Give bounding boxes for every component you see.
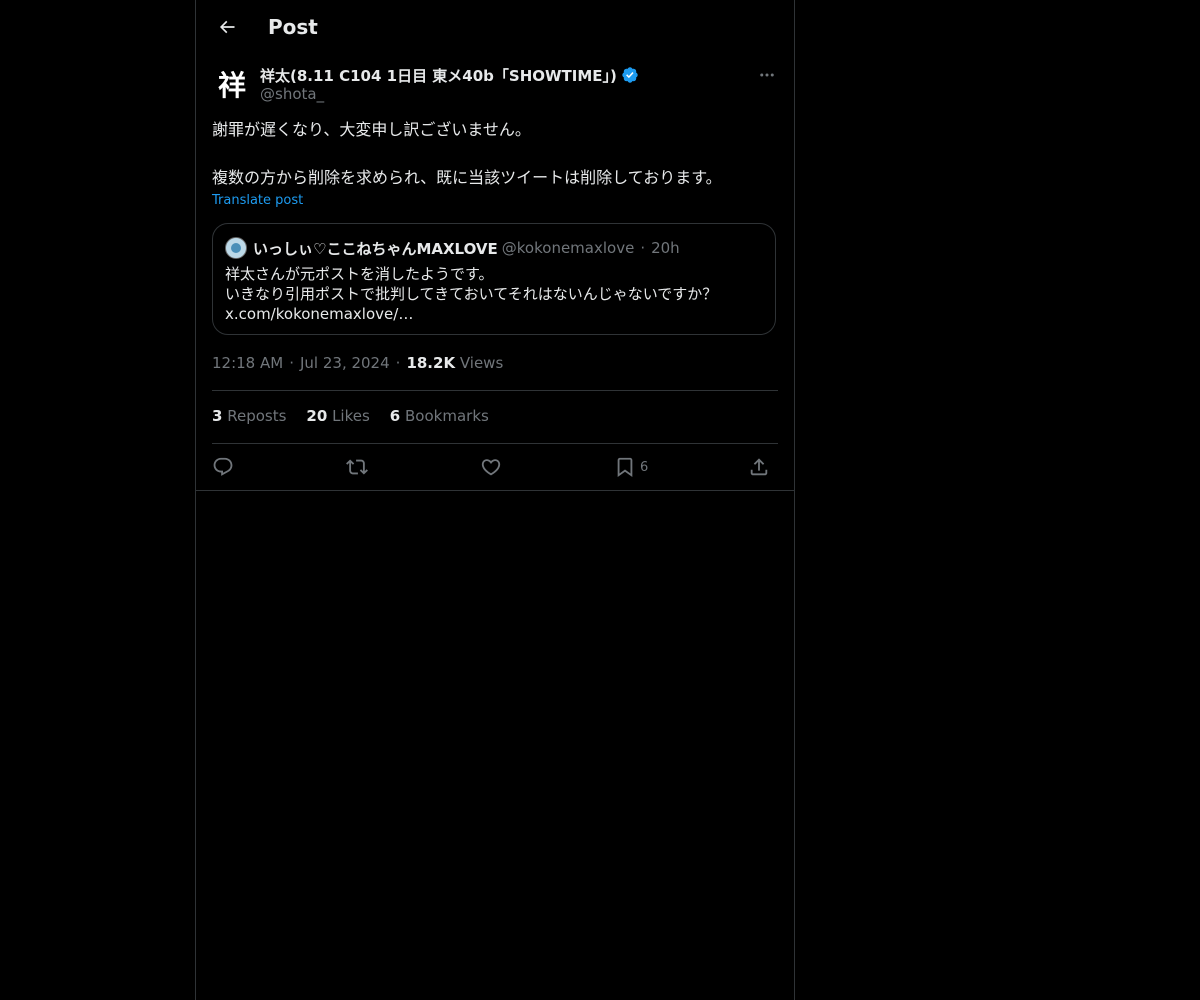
translate-post-link[interactable]: Translate post: [212, 193, 303, 208]
divider: [212, 390, 778, 391]
views-label: Views: [459, 354, 504, 372]
reposts-stat[interactable]: 3 Reposts: [212, 407, 286, 425]
page-title: Post: [268, 15, 318, 39]
post-stats: 3 Reposts 20 Likes 6 Bookmarks: [212, 407, 509, 425]
bookmark-button[interactable]: 6: [614, 452, 648, 482]
post-date[interactable]: Jul 23, 2024: [300, 354, 390, 372]
bookmark-icon: [617, 457, 633, 478]
back-button[interactable]: [212, 12, 242, 42]
separator-dot: ·: [289, 354, 294, 372]
quoted-text-line: 祥太さんが元ポストを消したようです。: [225, 265, 494, 283]
author-handle[interactable]: @shota_: [260, 85, 324, 103]
quoted-author-name: いっしぃ♡ここねちゃんMAXLOVE: [253, 239, 498, 258]
reply-button[interactable]: [212, 452, 234, 482]
page-header: Post: [196, 0, 794, 54]
share-button[interactable]: [748, 452, 770, 482]
likes-count: 20: [306, 407, 328, 425]
bookmarks-label: Bookmarks: [405, 407, 489, 425]
divider: [196, 490, 794, 491]
quoted-post-time: 20h: [651, 239, 680, 257]
bookmarks-count: 6: [389, 407, 401, 425]
arrow-left-icon: [219, 20, 235, 34]
avatar[interactable]: 祥: [212, 64, 252, 104]
quoted-post-header: いっしぃ♡ここねちゃんMAXLOVE @kokonemaxlove · 20h: [225, 236, 680, 260]
bookmark-count: 6: [640, 459, 649, 475]
author-name[interactable]: 祥太(8.11 C104 1日目 東メ40b「SHOWTIME」): [260, 65, 617, 86]
more-dots-icon: [760, 73, 774, 77]
separator-dot: ·: [395, 354, 401, 372]
post-text: 謝罪が遅くなり、大変申し訳ございません。 複数の方から削除を求められ、既に当該ツ…: [212, 118, 778, 190]
post-author: 祥 祥太(8.11 C104 1日目 東メ40b「SHOWTIME」) @sho…: [212, 64, 778, 106]
author-name-row: 祥太(8.11 C104 1日目 東メ40b「SHOWTIME」): [260, 64, 639, 86]
post-text-line: 複数の方から削除を求められ、既に当該ツイートは削除しております。: [212, 168, 722, 187]
heart-icon: [481, 459, 501, 476]
separator-dot: ·: [640, 239, 646, 257]
share-icon: [750, 458, 768, 476]
quoted-post-text: 祥太さんが元ポストを消したようです。 いきなり引用ポストで批判してきておいてそれ…: [225, 264, 765, 324]
likes-stat[interactable]: 20 Likes: [306, 407, 369, 425]
post-time[interactable]: 12:18 AM: [212, 354, 283, 372]
verified-badge-icon: [622, 67, 638, 83]
views-count: 18.2K: [406, 354, 456, 372]
repost-icon: [346, 459, 368, 475]
reply-icon: [213, 457, 233, 476]
more-options-button[interactable]: [756, 64, 778, 86]
likes-label: Likes: [332, 407, 370, 425]
quoted-avatar: [225, 237, 247, 259]
reposts-label: Reposts: [227, 407, 287, 425]
repost-button[interactable]: [346, 452, 368, 482]
quoted-text-line: いきなり引用ポストで批判してきておいてそれはないんじゃないですか？: [225, 285, 718, 303]
quoted-text-link[interactable]: x.com/kokonemaxlove/…: [225, 304, 765, 324]
divider: [212, 443, 778, 444]
post-text-line: 謝罪が遅くなり、大変申し訳ございません。: [212, 120, 531, 139]
quoted-author-handle: @kokonemaxlove: [501, 239, 635, 257]
post-column: Post 祥 祥太(8.11 C104 1日目 東メ40b「SHOWTIME」)…: [195, 0, 795, 1000]
post-meta: 12:18 AM · Jul 23, 2024 · 18.2K Views: [212, 354, 503, 372]
like-button[interactable]: [480, 452, 502, 482]
bookmarks-stat[interactable]: 6 Bookmarks: [390, 407, 489, 425]
reposts-count: 3: [212, 407, 223, 425]
action-bar: 6: [212, 452, 778, 482]
quoted-post[interactable]: いっしぃ♡ここねちゃんMAXLOVE @kokonemaxlove · 20h …: [212, 223, 776, 335]
